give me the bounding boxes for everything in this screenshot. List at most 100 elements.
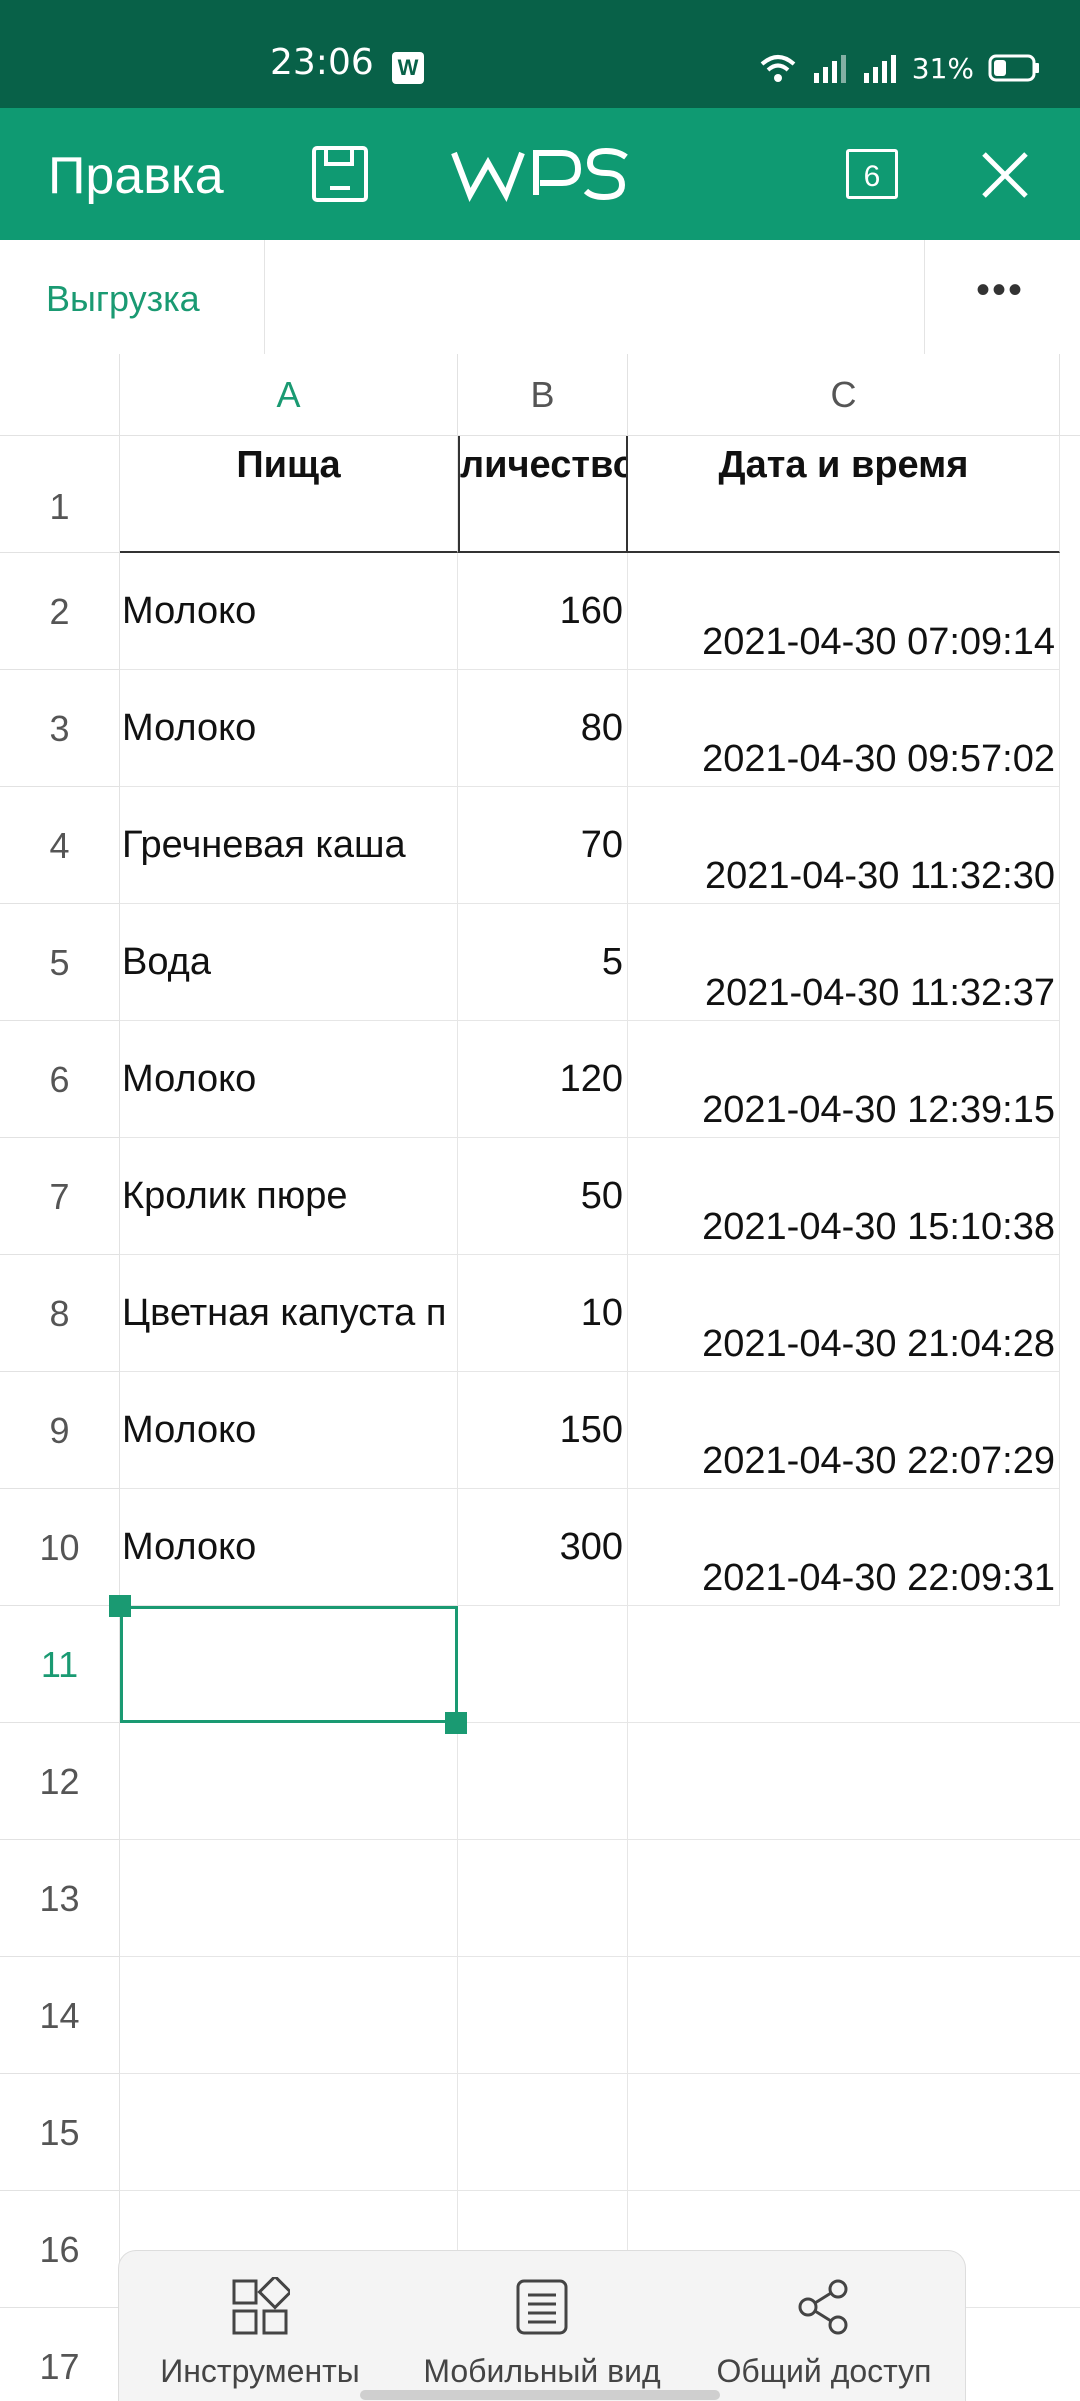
data-cell-b[interactable]: 10 (458, 1255, 628, 1372)
data-cell-b[interactable]: 5 (458, 904, 628, 1021)
empty-cell[interactable] (120, 1957, 458, 2074)
data-cell-a[interactable]: Гречневая каша (120, 787, 458, 904)
corner-cell[interactable] (0, 354, 120, 436)
data-cell-b[interactable]: 150 (458, 1372, 628, 1489)
row-header[interactable]: 15 (0, 2074, 120, 2191)
data-cell-c[interactable]: 2021-04-30 22:07:29 (628, 1372, 1060, 1489)
row-header[interactable]: 5 (0, 904, 120, 1021)
data-cell-b[interactable]: 80 (458, 670, 628, 787)
empty-cell[interactable] (628, 1723, 1080, 1840)
data-cell-c[interactable]: 2021-04-30 22:09:31 (628, 1489, 1060, 1606)
data-cell-c[interactable]: 2021-04-30 21:04:28 (628, 1255, 1060, 1372)
row-header[interactable]: 17 (0, 2308, 120, 2400)
status-right: 31% (758, 48, 1040, 88)
row-header[interactable]: 13 (0, 1840, 120, 1957)
selected-cell[interactable] (120, 1606, 458, 1723)
data-cell-b[interactable]: 50 (458, 1138, 628, 1255)
header-cell-c[interactable]: Дата и время (628, 436, 1060, 553)
data-cell-a[interactable]: Вода (120, 904, 458, 1021)
empty-cell[interactable] (628, 1606, 1080, 1723)
signal-icon-2 (863, 55, 896, 83)
row-header[interactable]: 8 (0, 1255, 120, 1372)
mobile-view-label: Мобильный вид (423, 2353, 661, 2389)
wps-logo (451, 147, 628, 203)
empty-cell[interactable] (628, 1840, 1080, 1957)
column-header-a[interactable]: A (120, 354, 458, 436)
row-header[interactable]: 1 (0, 436, 120, 553)
tools-button[interactable]: Инструменты (119, 2251, 401, 2401)
empty-cell[interactable] (628, 1957, 1080, 2074)
save-icon[interactable] (310, 144, 370, 204)
empty-cell[interactable] (120, 1723, 458, 1840)
mobile-view-button[interactable]: Мобильный вид (401, 2251, 683, 2401)
data-cell-b[interactable]: 300 (458, 1489, 628, 1606)
mobile-view-icon (516, 2279, 568, 2335)
edit-button[interactable]: Правка (48, 146, 224, 206)
data-cell-c[interactable]: 2021-04-30 12:39:15 (628, 1021, 1060, 1138)
share-icon (798, 2279, 848, 2335)
selection-handle-bottom-right[interactable] (445, 1712, 467, 1734)
row-header[interactable]: 6 (0, 1021, 120, 1138)
column-header-d[interactable] (1060, 354, 1080, 436)
data-cell-a[interactable]: Молоко (120, 670, 458, 787)
row-header[interactable]: 3 (0, 670, 120, 787)
tabs-count-button[interactable]: 6 (846, 149, 898, 199)
data-cell-c[interactable]: 2021-04-30 07:09:14 (628, 553, 1060, 670)
divider (924, 240, 925, 354)
more-options-icon[interactable]: ••• (976, 268, 1024, 313)
status-time: 23:06 (270, 42, 374, 83)
row-header[interactable]: 7 (0, 1138, 120, 1255)
bottom-action-bar: Инструменты Мобильный вид Общий доступ (118, 2250, 966, 2401)
empty-cell[interactable] (120, 1840, 458, 1957)
data-cell-c[interactable]: 2021-04-30 15:10:38 (628, 1138, 1060, 1255)
data-cell-a[interactable]: Цветная капуста п (120, 1255, 458, 1372)
signal-icon (813, 55, 846, 83)
row-header[interactable]: 10 (0, 1489, 120, 1606)
column-header-b[interactable]: B (458, 354, 628, 436)
close-icon[interactable] (980, 150, 1030, 200)
data-cell-a[interactable]: Молоко (120, 553, 458, 670)
empty-cell[interactable] (458, 1840, 628, 1957)
tools-icon (232, 2277, 290, 2335)
column-header-c[interactable]: C (628, 354, 1060, 436)
row-header[interactable]: 11 (0, 1606, 120, 1723)
wps-notification-icon: W (392, 52, 424, 84)
divider (264, 240, 265, 354)
data-cell-a[interactable]: Молоко (120, 1021, 458, 1138)
secondary-toolbar: Выгрузка ••• (0, 240, 1080, 355)
empty-cell[interactable] (628, 2074, 1080, 2191)
row-header[interactable]: 9 (0, 1372, 120, 1489)
row-header[interactable]: 14 (0, 1957, 120, 2074)
spreadsheet-grid[interactable]: A B C 1 Пища личество, Дата и время 2 Молоко 1… (0, 354, 1080, 2400)
empty-cell[interactable] (458, 1723, 628, 1840)
battery-percent: 31% (911, 51, 974, 85)
tools-label: Инструменты (160, 2353, 360, 2389)
share-label: Общий доступ (716, 2353, 932, 2389)
data-cell-c[interactable]: 2021-04-30 11:32:37 (628, 904, 1060, 1021)
data-cell-a[interactable]: Молоко (120, 1372, 458, 1489)
export-button[interactable]: Выгрузка (46, 278, 200, 320)
empty-cell[interactable] (458, 2074, 628, 2191)
data-cell-c[interactable]: 2021-04-30 09:57:02 (628, 670, 1060, 787)
wifi-icon (760, 55, 796, 82)
data-cell-a[interactable]: Кролик пюре (120, 1138, 458, 1255)
data-cell-c[interactable]: 2021-04-30 11:32:30 (628, 787, 1060, 904)
empty-cell[interactable] (458, 1957, 628, 2074)
empty-cell[interactable] (120, 2074, 458, 2191)
row-header[interactable]: 4 (0, 787, 120, 904)
row-header[interactable]: 12 (0, 1723, 120, 1840)
data-cell-b[interactable]: 70 (458, 787, 628, 904)
header-cell-a[interactable]: Пища (120, 436, 458, 553)
share-button[interactable]: Общий доступ (683, 2251, 965, 2401)
data-cell-b[interactable]: 120 (458, 1021, 628, 1138)
data-cell-b[interactable]: 160 (458, 553, 628, 670)
selection-handle-top-left[interactable] (109, 1595, 131, 1617)
row-header[interactable]: 16 (0, 2191, 120, 2308)
data-cell-a[interactable]: Молоко (120, 1489, 458, 1606)
empty-cell[interactable] (458, 1606, 628, 1723)
status-bar: 23:06 W 31% (0, 0, 1080, 108)
home-indicator (360, 2390, 720, 2400)
battery-icon (988, 54, 1039, 82)
row-header[interactable]: 2 (0, 553, 120, 670)
header-cell-b[interactable]: личество, (458, 436, 628, 553)
